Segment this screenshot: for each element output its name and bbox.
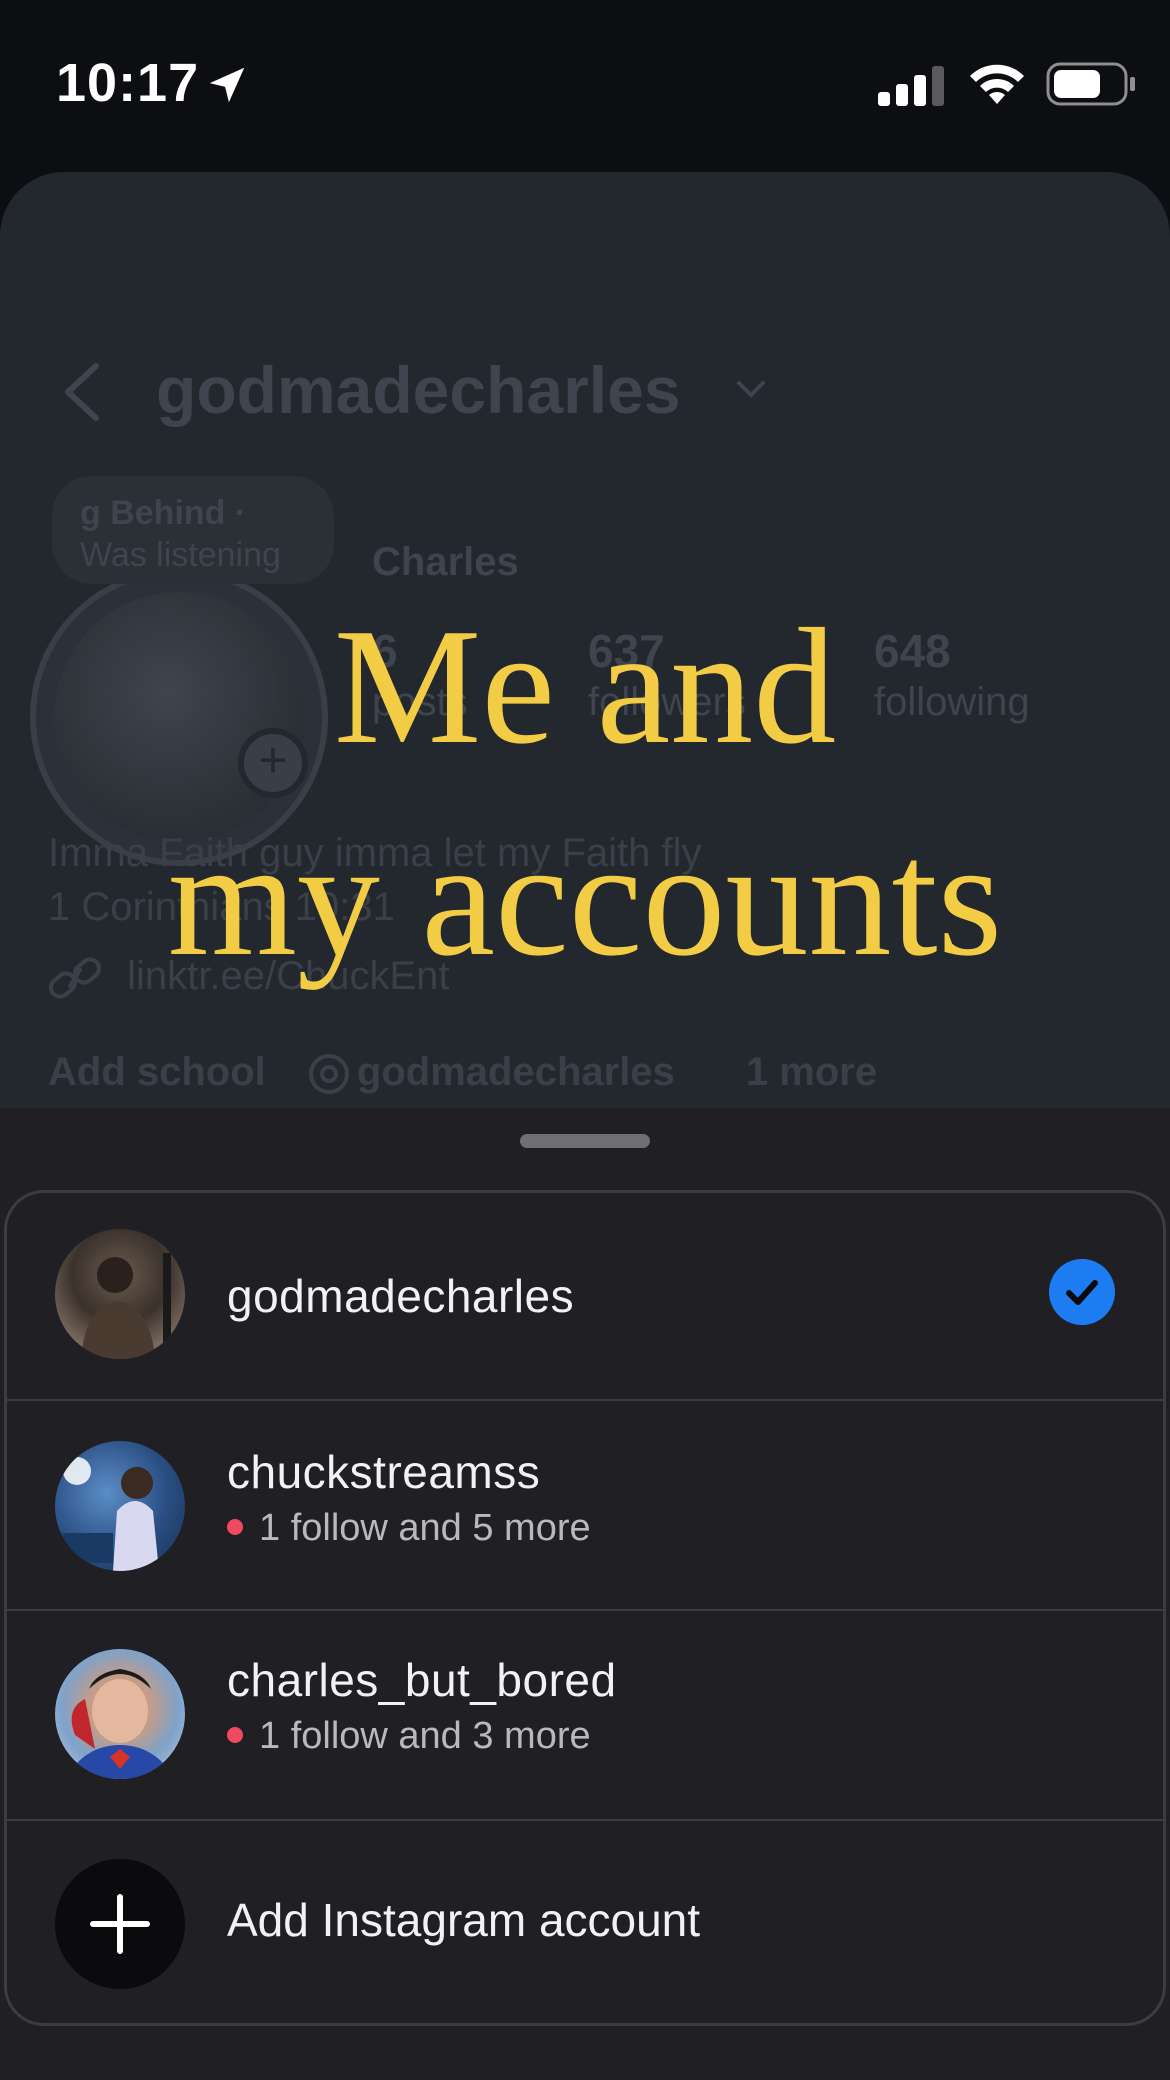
sheet-grabber[interactable]	[520, 1134, 650, 1148]
account-notification: 1 follow and 3 more	[227, 1715, 591, 1758]
accounts-list: godmadecharles chuckstreamss 1 follow an…	[4, 1190, 1166, 2026]
note-bubble[interactable]: g Behind · Was listening	[52, 476, 334, 584]
notification-dot-icon	[227, 1726, 243, 1743]
account-subtitle: 1 follow and 5 more	[259, 1507, 591, 1549]
location-arrow-icon	[209, 67, 245, 103]
more-link[interactable]: 1 more	[746, 1050, 877, 1094]
signal-icon	[878, 66, 944, 106]
status-bar: 10:17	[0, 0, 1170, 170]
profile-tags-row: Add school godmadecharles 1 more	[48, 1050, 907, 1096]
notification-dot-icon	[227, 1518, 243, 1535]
avatar-photo	[65, 1669, 175, 1779]
avatar	[55, 1229, 185, 1359]
plus-icon	[90, 1894, 150, 1954]
account-username: chuckstreamss	[227, 1446, 541, 1498]
selected-check-icon	[1049, 1259, 1115, 1325]
add-account-button[interactable]	[55, 1859, 185, 1989]
note-status: Was listening	[80, 536, 281, 574]
avatar	[55, 1649, 185, 1779]
caption-line-2: my accounts	[167, 806, 1003, 990]
threads-icon	[308, 1054, 349, 1095]
threads-handle: godmadecharles	[356, 1050, 675, 1094]
profile-username[interactable]: godmadecharles	[156, 352, 681, 428]
account-row-godmadecharles[interactable]: godmadecharles	[7, 1193, 1163, 1399]
add-school-link[interactable]: Add school	[48, 1050, 266, 1094]
caption-line-1: Me and	[333, 594, 837, 778]
status-time: 10:17	[56, 53, 200, 113]
wifi-icon	[970, 64, 1024, 104]
account-row-charles-but-bored[interactable]: charles_but_bored 1 follow and 3 more	[7, 1609, 1163, 1819]
avatar	[55, 1441, 185, 1571]
add-account-label: Add Instagram account	[227, 1894, 701, 1946]
account-username: godmadecharles	[227, 1270, 575, 1322]
back-chevron-icon[interactable]	[60, 362, 104, 422]
avatar-photo	[63, 1457, 159, 1571]
avatar-photo	[81, 1253, 171, 1359]
threads-link[interactable]: godmadecharles	[307, 1050, 716, 1095]
add-account-row[interactable]: Add Instagram account	[7, 1819, 1163, 2023]
account-username: charles_but_bored	[227, 1654, 617, 1706]
account-notification: 1 follow and 5 more	[227, 1507, 591, 1550]
battery-icon	[1046, 62, 1135, 106]
account-subtitle: 1 follow and 3 more	[259, 1715, 591, 1757]
note-title: g Behind ·	[80, 494, 247, 532]
account-row-chuckstreamss[interactable]: chuckstreamss 1 follow and 5 more	[7, 1399, 1163, 1609]
chevron-down-icon[interactable]	[736, 380, 766, 400]
account-switcher-sheet: godmadecharles chuckstreamss 1 follow an…	[0, 1108, 1170, 2080]
display-name: Charles	[372, 540, 519, 584]
